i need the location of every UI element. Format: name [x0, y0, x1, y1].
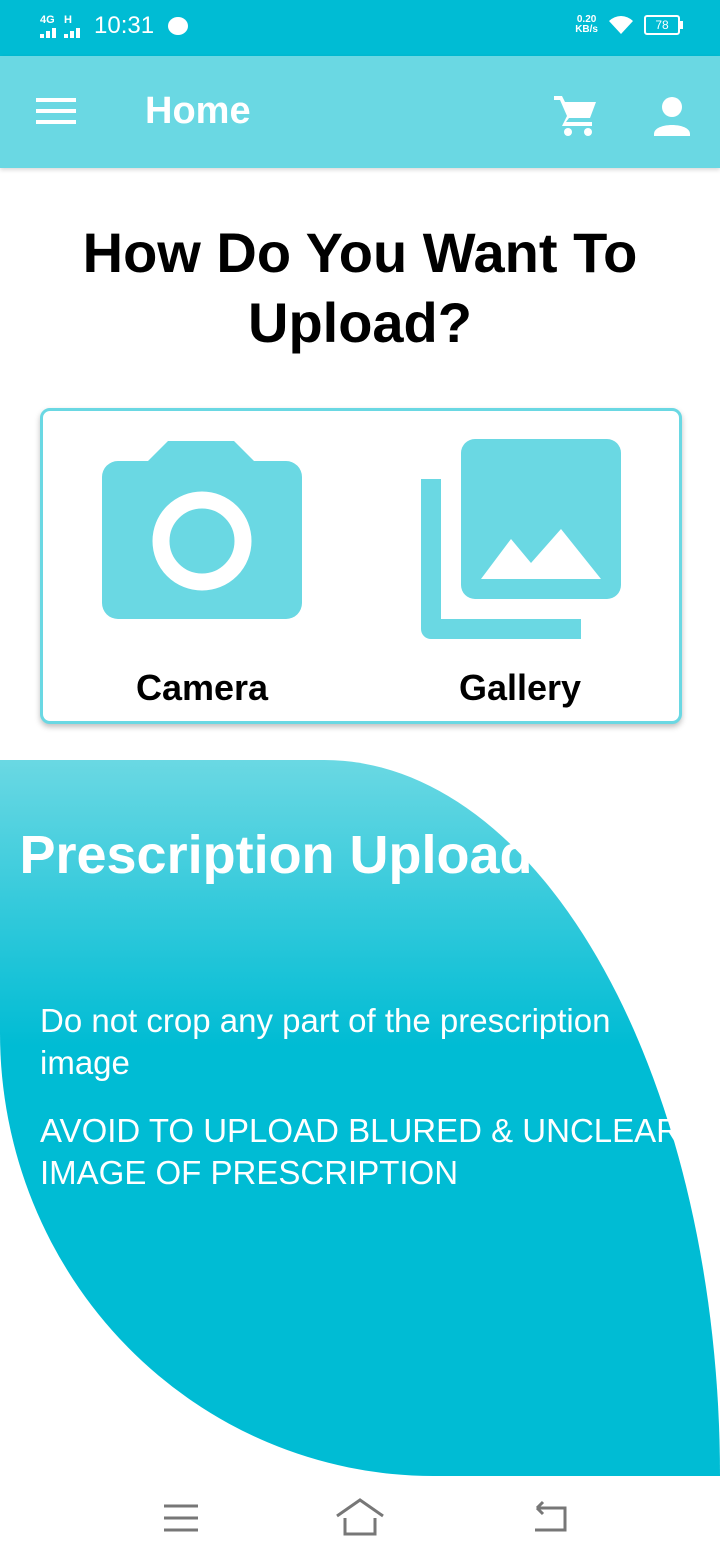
network-h-label: H: [64, 13, 72, 26]
home-icon: [336, 1498, 384, 1536]
gallery-option[interactable]: Gallery: [361, 411, 679, 721]
page-title: Home: [145, 90, 251, 132]
guide-tip: AVOID TO UPLOAD BLURED & UNCLEAR IMAGE O…: [40, 1112, 681, 1191]
gallery-label: Gallery: [458, 667, 582, 708]
back-button[interactable]: [525, 1496, 575, 1540]
network-h: H: [64, 13, 80, 38]
recents-button[interactable]: [156, 1496, 206, 1540]
guide-title: Prescription Upload Guide: [19, 825, 701, 885]
network-speed: 0.20 KB/s: [575, 15, 598, 35]
menu-icon-line: [36, 109, 76, 113]
menu-icon-line: [36, 98, 76, 102]
profile-button[interactable]: [650, 94, 694, 138]
cart-icon: [554, 96, 596, 136]
speed-unit: KB/s: [575, 24, 598, 35]
battery-level: 78: [655, 18, 669, 32]
home-button[interactable]: [335, 1496, 385, 1540]
battery-icon: 78: [644, 15, 683, 35]
status-bar: 4G H 10:31 0.20 KB/s 78: [0, 0, 720, 56]
wifi-icon: [609, 16, 633, 34]
network-4g: 4G: [40, 13, 56, 38]
profile-icon: [654, 97, 690, 136]
back-icon: [535, 1500, 567, 1532]
gallery-icon: [421, 439, 621, 639]
guide-tip: Do not crop any part of the prescription…: [40, 1002, 611, 1081]
cart-button[interactable]: [552, 92, 600, 136]
camera-option[interactable]: Camera: [43, 411, 361, 721]
camera-label: Camera: [135, 667, 269, 708]
signal-bars-icon: [64, 26, 80, 38]
menu-icon-line: [36, 120, 76, 124]
message-icon: [168, 17, 189, 35]
signal-bars-icon: [40, 26, 56, 38]
network-4g-label: 4G: [40, 13, 55, 26]
upload-options-card: Camera Gallery: [40, 408, 682, 724]
menu-button[interactable]: [36, 98, 76, 128]
system-nav-bar: [0, 1476, 720, 1560]
recents-icon: [164, 1504, 198, 1532]
camera-icon: [102, 441, 302, 619]
status-time: 10:31: [94, 12, 155, 39]
status-left: 4G H 10:31: [40, 12, 189, 40]
app-bar: Home: [0, 56, 720, 168]
upload-heading: How Do You Want To Upload?: [82, 221, 638, 354]
status-right: 0.20 KB/s 78: [575, 14, 683, 36]
